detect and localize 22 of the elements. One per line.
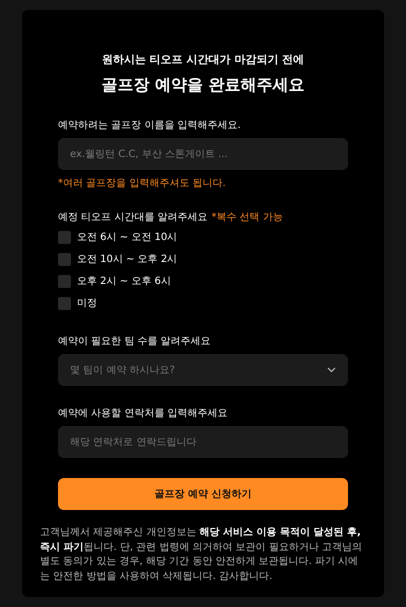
checkbox-label: 미정 xyxy=(77,297,97,310)
field-label: 예약이 필요한 팀 수를 알려주세요 xyxy=(58,336,211,347)
select-field[interactable]: 몇 팀이 예약 하시나요? xyxy=(58,354,348,386)
field-note: *여러 골프장을 입력해주셔도 됩니다. xyxy=(58,177,227,190)
checkbox[interactable] xyxy=(58,230,71,244)
field-label: 예약하려는 골프장 이름을 입력해주세요. xyxy=(58,120,241,131)
checkbox-label: 오전 10시 ~ 오후 2시 xyxy=(77,253,178,266)
privacy-notice: 고객님께서 제공해주신 개인정보는 해당 서비스 이용 목적이 달성된 후, 즉시 파기됩니다. 단, 관련 법령에 의거하여 보관이 필요하거나 고객님의 별도 동의가 있는 경우, 해당 기간 동안 안전하게 보관됩니다. 파기 시에는 안전한 방법을 사용하여 삭제됩니다. 감사합니다. xyxy=(40,526,364,584)
checkbox-label: 오전 6시 ~ 오전 10시 xyxy=(77,231,178,244)
checkbox[interactable] xyxy=(58,274,71,288)
input-field[interactable]: ex.웰링턴 C.C, 부산 스톤게이트 ... xyxy=(58,138,348,170)
field-hint: *복수 선택 가능 xyxy=(212,212,283,223)
checkbox[interactable] xyxy=(58,252,71,266)
field-label: 예약에 사용할 연락처를 입력해주세요 xyxy=(58,408,228,419)
checkbox-label: 오후 2시 ~ 오후 6시 xyxy=(77,275,171,288)
input-field[interactable]: 해당 연락처로 연락드립니다 xyxy=(58,426,348,458)
field-label: 예정 티오프 시간대를 알려주세요 xyxy=(58,212,208,223)
checkbox[interactable] xyxy=(58,296,71,310)
chevron-down-icon xyxy=(327,367,336,373)
title: 골프장 예약을 완료해주세요 xyxy=(100,75,306,96)
submit-button[interactable]: 골프장 예약 신청하기 xyxy=(58,478,348,510)
subtitle: 원하시는 티오프 시간대가 마감되기 전에 xyxy=(100,52,306,67)
